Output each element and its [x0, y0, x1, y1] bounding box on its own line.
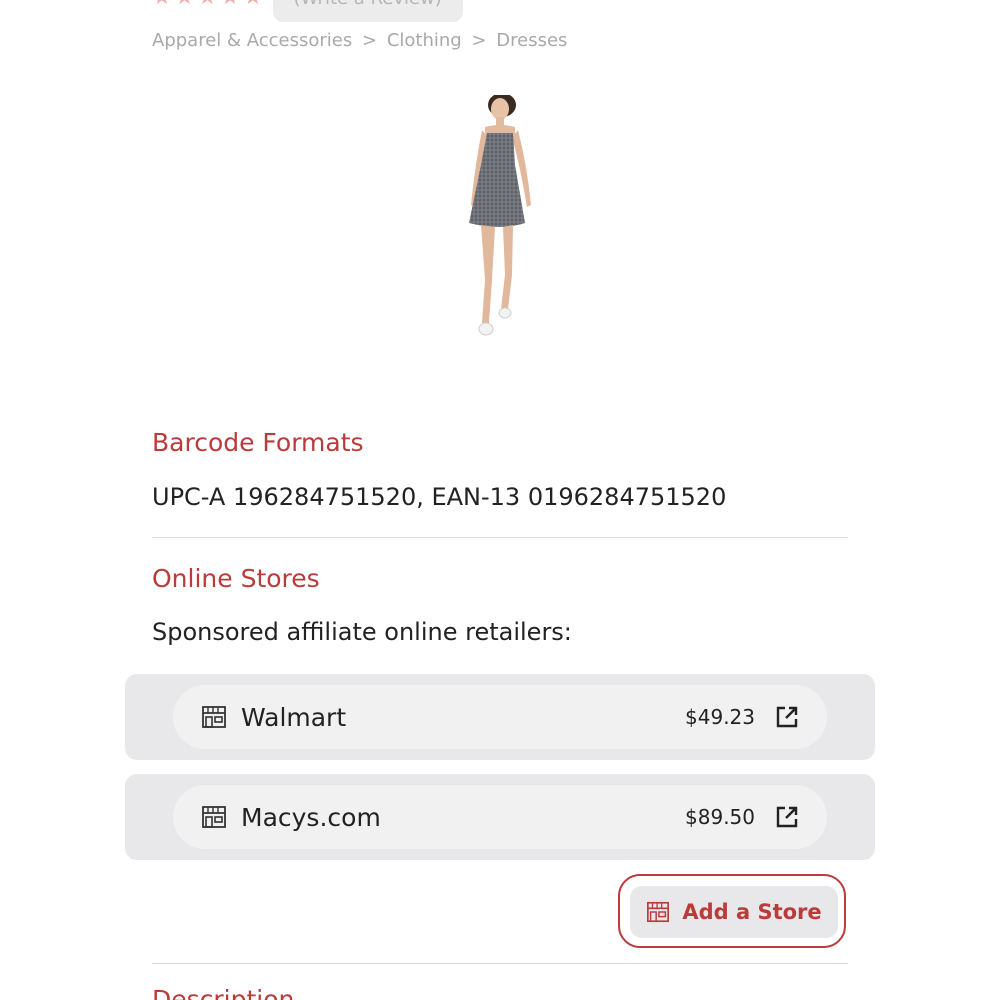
star-icon[interactable]: ★ — [152, 0, 172, 9]
external-link-icon[interactable] — [775, 805, 799, 829]
star-icon[interactable]: ★ — [197, 0, 217, 9]
store-icon — [202, 806, 226, 828]
barcode-values: UPC-A 196284751520, EAN-13 0196284751520 — [152, 483, 727, 511]
breadcrumb-item[interactable]: Dresses — [496, 30, 567, 51]
breadcrumb-item[interactable]: Clothing — [387, 30, 462, 51]
star-icon[interactable]: ★ — [220, 0, 240, 9]
store-card: Walmart $49.23 — [125, 674, 875, 760]
external-link-icon[interactable] — [775, 705, 799, 729]
store-price: $49.23 — [685, 705, 755, 729]
divider — [152, 963, 848, 964]
store-icon — [647, 901, 670, 923]
star-icon[interactable]: ★ — [175, 0, 195, 9]
store-name: Walmart — [241, 702, 347, 732]
product-page: ★ ★ ★ ★ ★ (Write a Review) Apparel & Acc… — [0, 0, 1000, 1000]
rating-stars[interactable]: ★ ★ ★ ★ ★ — [152, 0, 263, 9]
store-link-walmart[interactable]: Walmart $49.23 — [173, 685, 827, 749]
breadcrumb-item[interactable]: Apparel & Accessories — [152, 30, 352, 51]
breadcrumb: Apparel & Accessories > Clothing > Dress… — [152, 30, 567, 51]
add-store-label: Add a Store — [682, 900, 822, 924]
description-title: Description — [152, 985, 295, 1000]
rating-row: ★ ★ ★ ★ ★ (Write a Review) — [152, 0, 463, 22]
store-link-macys[interactable]: Macys.com $89.50 — [173, 785, 827, 849]
store-card: Macys.com $89.50 — [125, 774, 875, 860]
add-store-button[interactable]: Add a Store — [630, 886, 838, 938]
barcode-formats-title: Barcode Formats — [152, 428, 364, 457]
online-stores-title: Online Stores — [152, 564, 320, 593]
add-store-focus-ring: Add a Store — [618, 874, 846, 948]
write-review-button[interactable]: (Write a Review) — [272, 0, 463, 22]
product-image — [469, 95, 531, 336]
breadcrumb-separator: > — [361, 30, 378, 51]
store-price: $89.50 — [685, 805, 755, 829]
online-stores-subtitle: Sponsored affiliate online retailers: — [152, 618, 572, 646]
divider — [152, 537, 848, 538]
store-icon — [202, 706, 226, 728]
breadcrumb-separator: > — [471, 30, 487, 51]
store-name: Macys.com — [241, 802, 381, 832]
star-icon[interactable]: ★ — [243, 0, 263, 9]
